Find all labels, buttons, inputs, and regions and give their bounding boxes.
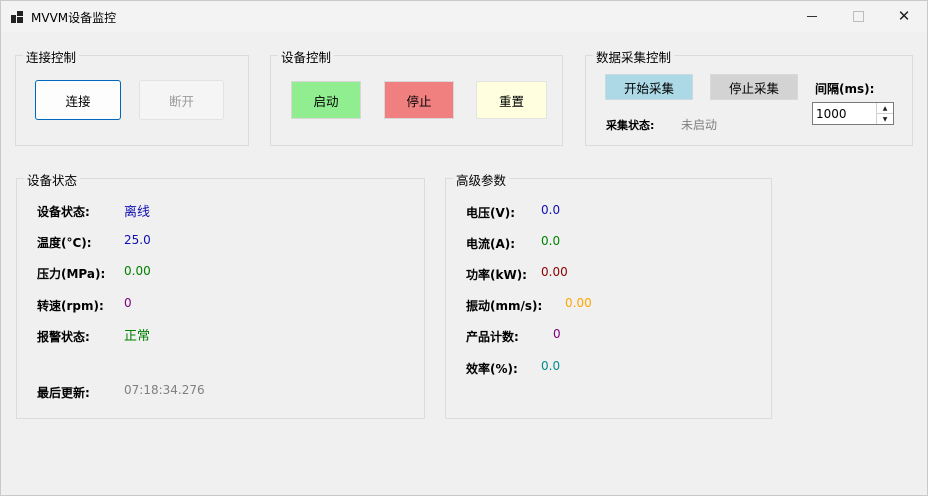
current-value: 0.0 xyxy=(541,234,561,248)
maximize-button[interactable] xyxy=(835,1,881,32)
product-count-value: 0 xyxy=(553,327,561,341)
voltage-value: 0.0 xyxy=(541,203,561,217)
acquisition-group-title: 数据采集控制 xyxy=(593,47,675,66)
pressure-value: 0.00 xyxy=(124,264,151,278)
advanced-params-group-title: 高级参数 xyxy=(453,170,510,189)
close-button[interactable]: ✕ xyxy=(881,1,927,32)
device-status-group-title: 设备状态 xyxy=(24,170,81,189)
alarm-state-label: 报警状态: xyxy=(37,330,90,344)
main-window: MVVM设备监控 ✕ 连接控制 连接 断开 设备控制 启动 停止 重置 数据采集… xyxy=(0,0,928,496)
device-control-group-title: 设备控制 xyxy=(278,47,335,66)
decrement-down-icon[interactable]: ▼ xyxy=(877,114,893,124)
alarm-state-value: 正常 xyxy=(124,329,151,344)
start-acquisition-button[interactable]: 开始采集 xyxy=(605,74,693,100)
close-icon: ✕ xyxy=(897,7,911,25)
minimize-icon xyxy=(807,16,817,17)
acquisition-status-label: 采集状态: xyxy=(606,119,655,132)
connect-button[interactable]: 连接 xyxy=(35,80,121,120)
acquisition-status-value: 未启动 xyxy=(681,118,718,132)
vibration-label: 振动(mm/s): xyxy=(466,299,543,313)
efficiency-value: 0.0 xyxy=(541,359,561,373)
speed-label: 转速(rpm): xyxy=(37,299,104,313)
stop-acquisition-button[interactable]: 停止采集 xyxy=(710,74,798,100)
product-count-label: 产品计数: xyxy=(466,330,519,344)
vibration-value: 0.00 xyxy=(565,296,592,310)
start-device-button[interactable]: 启动 xyxy=(291,81,361,119)
voltage-label: 电压(V): xyxy=(466,206,516,220)
minimize-button[interactable] xyxy=(789,1,835,32)
interval-stepper-buttons: ▲ ▼ xyxy=(876,103,893,124)
interval-label: 间隔(ms): xyxy=(815,82,875,96)
power-label: 功率(kW): xyxy=(466,268,527,282)
last-update-label: 最后更新: xyxy=(37,386,90,400)
stop-device-button[interactable]: 停止 xyxy=(384,81,454,119)
maximize-icon xyxy=(852,11,864,22)
current-label: 电流(A): xyxy=(466,237,516,251)
power-value: 0.00 xyxy=(541,265,568,279)
increment-up-icon[interactable]: ▲ xyxy=(877,103,893,114)
window-title: MVVM设备监控 xyxy=(31,11,117,25)
interval-stepper[interactable]: 1000 ▲ ▼ xyxy=(812,102,894,125)
temperature-label: 温度(°C): xyxy=(37,236,92,250)
device-state-label: 设备状态: xyxy=(37,205,90,219)
temperature-value: 25.0 xyxy=(124,233,151,247)
reset-device-button[interactable]: 重置 xyxy=(476,81,547,119)
interval-input[interactable]: 1000 xyxy=(816,107,847,121)
disconnect-button[interactable]: 断开 xyxy=(139,80,224,120)
pressure-label: 压力(MPa): xyxy=(37,267,106,281)
speed-value: 0 xyxy=(124,296,132,310)
efficiency-label: 效率(%): xyxy=(466,362,518,376)
app-icon xyxy=(11,11,23,23)
device-state-value: 离线 xyxy=(124,205,151,220)
connection-group-title: 连接控制 xyxy=(23,47,80,66)
title-bar: MVVM设备监控 ✕ xyxy=(1,1,927,32)
last-update-value: 07:18:34.276 xyxy=(124,383,205,397)
